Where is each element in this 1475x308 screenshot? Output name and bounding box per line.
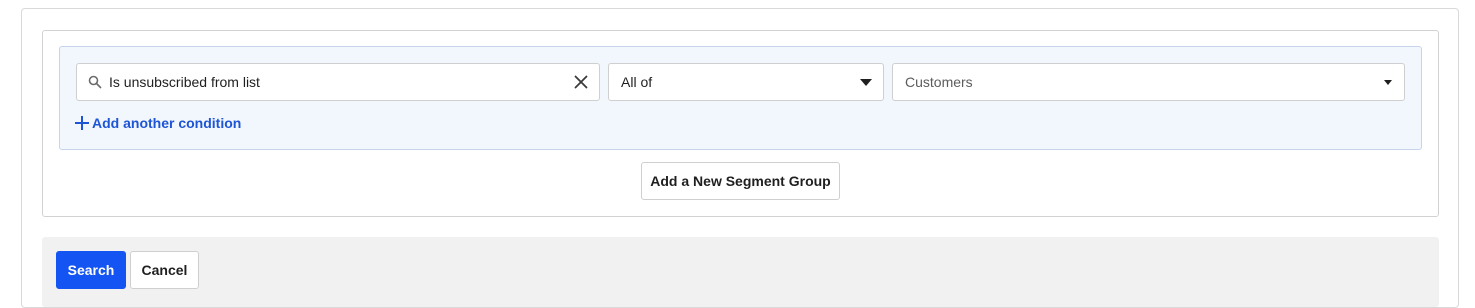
close-icon[interactable]: [573, 74, 589, 90]
add-another-condition-link[interactable]: Add another condition: [75, 113, 241, 133]
condition-value: Is unsubscribed from list: [109, 74, 260, 90]
search-button[interactable]: Search: [56, 251, 126, 289]
add-condition-label: Add another condition: [92, 115, 242, 131]
add-segment-group-button[interactable]: Add a New Segment Group: [641, 162, 840, 200]
match-type-select[interactable]: All of: [608, 63, 884, 101]
condition-search-field[interactable]: Is unsubscribed from list: [76, 63, 600, 101]
caret-down-icon: [1384, 80, 1392, 85]
cancel-button[interactable]: Cancel: [130, 251, 199, 289]
caret-down-icon: [860, 79, 872, 86]
search-icon: [88, 75, 102, 89]
list-select[interactable]: Customers: [892, 63, 1405, 101]
list-select-value: Customers: [905, 74, 973, 90]
match-type-value: All of: [621, 74, 653, 90]
plus-icon: [75, 116, 89, 130]
